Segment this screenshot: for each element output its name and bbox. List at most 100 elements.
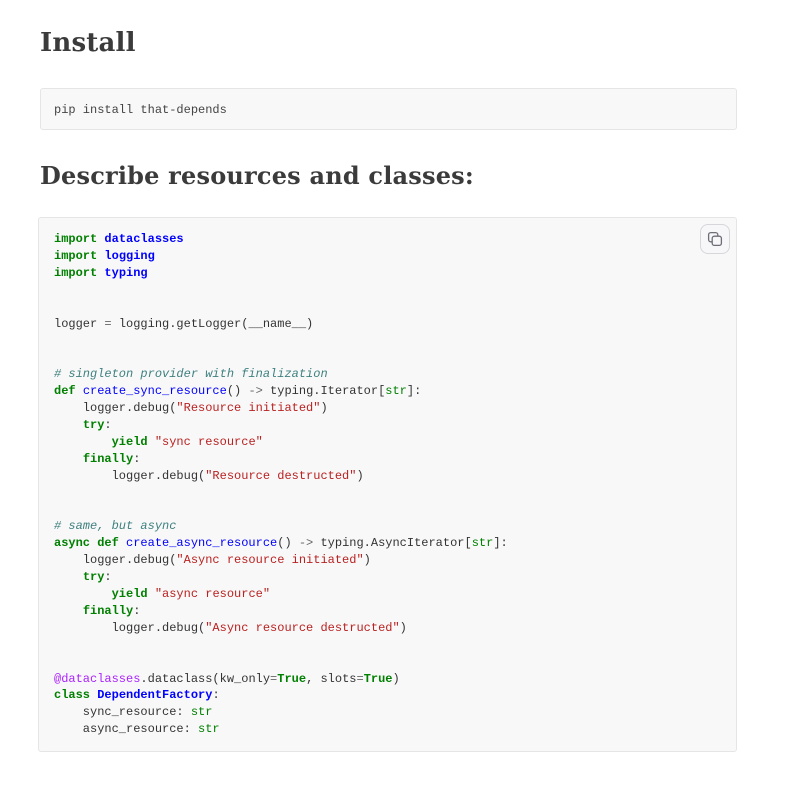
code-token-plain: :: [133, 604, 140, 618]
code-token-string: "Async resource initiated": [176, 553, 363, 567]
code-token-builtin: str: [385, 384, 407, 398]
code-token-operator: =: [356, 672, 363, 686]
code-line: logger.debug("Async resource destructed"…: [54, 620, 721, 637]
code-token-builtin: str: [198, 722, 220, 736]
code-token-plain: :: [104, 570, 111, 584]
code-token-operator: ->: [248, 384, 262, 398]
code-token-plain: ): [393, 672, 400, 686]
code-token-plain: , slots: [306, 672, 356, 686]
code-token-plain: [54, 435, 112, 449]
page-content: Install pip install that-depends Describ…: [0, 28, 789, 752]
code-line: yield "async resource": [54, 586, 721, 603]
code-token-plain: [119, 536, 126, 550]
code-token-plain: logger.debug(: [54, 553, 176, 567]
code-token-constant: True: [364, 672, 393, 686]
code-line: @dataclasses.dataclass(kw_only =True , slo…: [54, 671, 721, 688]
code-token-keyword: class: [54, 688, 90, 702]
code-token-plain: sync_resource:: [54, 705, 191, 719]
code-token-function: create_sync_resource: [83, 384, 227, 398]
code-line: try:: [54, 569, 721, 586]
code-line: finally:: [54, 603, 721, 620]
code-token-plain: [76, 384, 83, 398]
copy-icon: [707, 231, 723, 247]
code-line: # same, but async: [54, 518, 721, 535]
code-token-builtin: str: [191, 705, 213, 719]
code-token-string: "async resource": [155, 587, 270, 601]
code-token-plain: [148, 435, 155, 449]
code-token-operator: ->: [299, 536, 313, 550]
copy-button[interactable]: [700, 224, 730, 254]
code-token-plain: ): [320, 401, 327, 415]
code-line: def create_sync_resource() -> typing.Ite…: [54, 383, 721, 400]
code-token-plain: ): [364, 553, 371, 567]
code-token-plain: logger: [54, 317, 104, 331]
code-token-keyword: finally: [83, 452, 133, 466]
code-token-function: create_async_resource: [126, 536, 277, 550]
code-line: class DependentFactory:: [54, 687, 721, 704]
pip-install-command: pip install that-depends: [54, 103, 227, 117]
code-line: [54, 282, 721, 299]
code-token-plain: .dataclass(kw_only: [140, 672, 270, 686]
code-token-comment: # same, but async: [54, 519, 176, 533]
code-token-plain: [54, 587, 112, 601]
code-token-string: "Resource destructed": [205, 469, 356, 483]
code-token-namespace: typing: [104, 266, 147, 280]
code-token-keyword: import: [54, 266, 97, 280]
code-line: try:: [54, 417, 721, 434]
code-token-plain: :: [104, 418, 111, 432]
code-token-namespace: logging: [104, 249, 154, 263]
code-line: logger.debug("Async resource initiated"): [54, 552, 721, 569]
code-line: # singleton provider with finalization: [54, 366, 721, 383]
code-line: import typing: [54, 265, 721, 282]
code-line: [54, 299, 721, 316]
code-token-keyword: def: [54, 384, 76, 398]
code-token-plain: [54, 418, 83, 432]
code-line: yield "sync resource": [54, 434, 721, 451]
install-heading: Install: [40, 28, 737, 58]
code-token-keyword: yield: [112, 587, 148, 601]
code-token-namespace: dataclasses: [104, 232, 183, 246]
code-token-plain: [54, 570, 83, 584]
code-token-keyword: import: [54, 249, 97, 263]
code-token-string: "Resource initiated": [176, 401, 320, 415]
code-token-plain: typing.AsyncIterator[: [313, 536, 471, 550]
code-token-plain: :: [133, 452, 140, 466]
code-line: [54, 485, 721, 502]
pip-install-code-block: pip install that-depends: [40, 88, 737, 130]
code-line: [54, 502, 721, 519]
code-token-keyword: try: [83, 570, 105, 584]
code-line: sync_resource: str: [54, 704, 721, 721]
code-line: async def create_async_resource() -> typ…: [54, 535, 721, 552]
code-lines: import dataclassesimport loggingimport t…: [54, 231, 721, 738]
code-token-string: "Async resource destructed": [205, 621, 399, 635]
code-token-decorator: @dataclasses: [54, 672, 140, 686]
code-line: [54, 637, 721, 654]
code-token-plain: ): [400, 621, 407, 635]
code-token-plain: (): [227, 384, 249, 398]
code-token-plain: logger.debug(: [54, 469, 205, 483]
code-token-plain: [148, 587, 155, 601]
code-token-operator: =: [104, 317, 111, 331]
code-token-class_name: DependentFactory: [97, 688, 212, 702]
code-line: [54, 332, 721, 349]
code-token-keyword: yield: [112, 435, 148, 449]
code-token-plain: [54, 604, 83, 618]
code-token-plain: (): [277, 536, 299, 550]
code-token-keyword: async def: [54, 536, 119, 550]
code-token-plain: ]:: [493, 536, 507, 550]
code-line: finally:: [54, 451, 721, 468]
code-token-keyword: import: [54, 232, 97, 246]
code-token-plain: async_resource:: [54, 722, 198, 736]
code-line: async_resource: str: [54, 721, 721, 738]
code-token-builtin: str: [472, 536, 494, 550]
describe-heading: Describe resources and classes:: [40, 161, 737, 190]
code-token-comment: # singleton provider with finalization: [54, 367, 328, 381]
code-token-plain: logger.debug(: [54, 401, 176, 415]
code-token-string: "sync resource": [155, 435, 263, 449]
code-token-plain: typing.Iterator[: [263, 384, 385, 398]
code-line: logger = logging.getLogger(__name__): [54, 316, 721, 333]
code-line: logger.debug("Resource initiated"): [54, 400, 721, 417]
code-line: import logging: [54, 248, 721, 265]
code-token-keyword: finally: [83, 604, 133, 618]
code-token-keyword: try: [83, 418, 105, 432]
